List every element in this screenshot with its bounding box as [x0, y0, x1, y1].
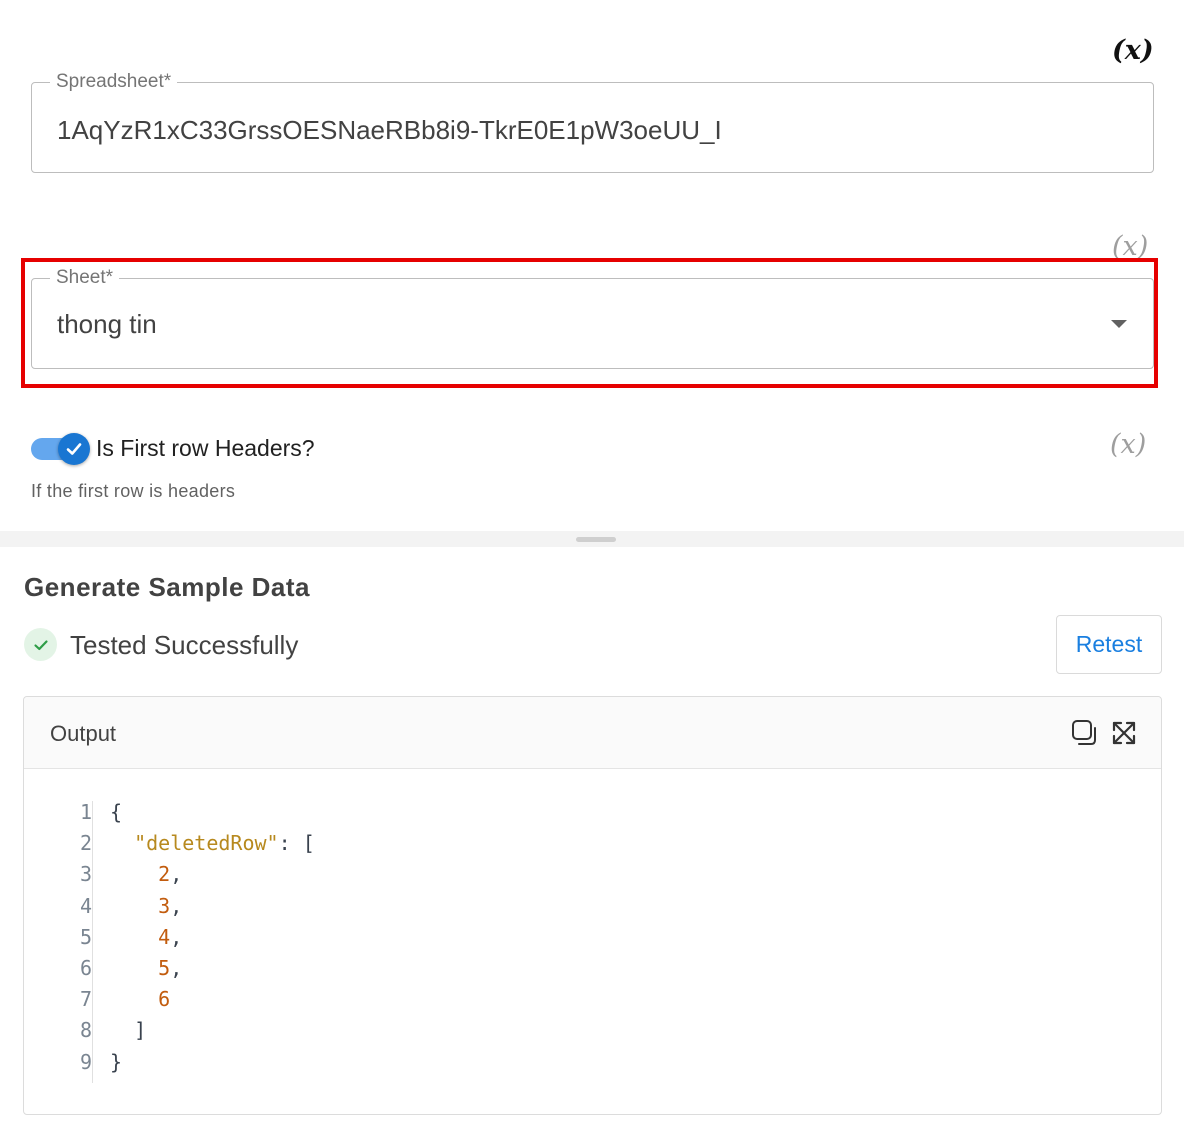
json-bracket: [	[302, 831, 315, 856]
line-number: 2	[79, 831, 92, 856]
copy-icon[interactable]	[1070, 719, 1098, 747]
json-bracket: ]	[134, 1018, 147, 1043]
test-status-text: Tested Successfully	[70, 630, 299, 660]
json-brace: }	[110, 1049, 123, 1074]
first-row-headers-label: Is First row Headers?	[96, 435, 315, 461]
json-key: "deletedRow"	[134, 831, 279, 856]
json-colon: :	[278, 831, 303, 856]
line-number: 8	[79, 1018, 92, 1043]
code-line: 3,	[158, 893, 183, 918]
output-header: Output	[24, 697, 1161, 769]
gutter-separator	[92, 801, 93, 1083]
code-line: ]	[110, 1015, 315, 1046]
expand-icon[interactable]	[1110, 719, 1138, 747]
json-number: 6	[158, 987, 171, 1012]
line-number: 3	[79, 862, 92, 887]
first-row-headers-variable-icon[interactable]: (x)	[1110, 430, 1146, 460]
code-line: 6	[110, 984, 315, 1015]
json-number: 3	[158, 893, 171, 918]
line-number: 7	[79, 987, 92, 1012]
line-number: 4	[79, 893, 92, 918]
code-line: {	[110, 797, 315, 828]
code-line: 5,	[158, 955, 183, 980]
first-row-headers-toggle[interactable]	[31, 433, 91, 465]
retest-button[interactable]: Retest	[1056, 615, 1162, 674]
json-number: 4	[158, 924, 171, 949]
line-number: 9	[79, 1049, 92, 1074]
code-line: }	[110, 1047, 315, 1078]
success-check-icon	[24, 628, 57, 661]
line-number: 1	[79, 800, 92, 824]
code-line: "deletedRow": [	[110, 828, 315, 859]
first-row-headers-helper: If the first row is headers	[31, 481, 236, 501]
output-panel: Output 1 2 3 4 5 6 7 8 9 { "deletedRow":…	[23, 696, 1162, 1115]
spreadsheet-input[interactable]: 1AqYzR1xC33GrssOESNaeRBb8i9-TkrE0E1pW3oe…	[57, 113, 722, 147]
json-brace: {	[110, 800, 123, 824]
code-lines: { "deletedRow": [ 2, 3, 4, 5, 6 ] }	[110, 797, 315, 1078]
sheet-highlight-annotation	[21, 258, 1158, 388]
spreadsheet-variable-icon[interactable]: (x)	[1112, 36, 1154, 66]
line-number: 6	[79, 955, 92, 980]
code-line: 4,	[158, 924, 183, 949]
json-number: 2	[158, 862, 171, 887]
output-title: Output	[50, 721, 117, 746]
check-icon	[66, 443, 82, 455]
line-number: 5	[79, 924, 92, 949]
resize-handle[interactable]	[576, 537, 616, 542]
spreadsheet-label: Spreadsheet*	[50, 70, 178, 94]
code-line: 2,	[158, 862, 183, 887]
json-number: 5	[158, 955, 171, 980]
toggle-knob	[58, 433, 90, 465]
line-number-gutter: 1 2 3 4 5 6 7 8 9	[52, 797, 92, 1078]
spreadsheet-field[interactable]: Spreadsheet* 1AqYzR1xC33GrssOESNaeRBb8i9…	[31, 70, 1154, 173]
section-title: Generate Sample Data	[24, 572, 311, 602]
